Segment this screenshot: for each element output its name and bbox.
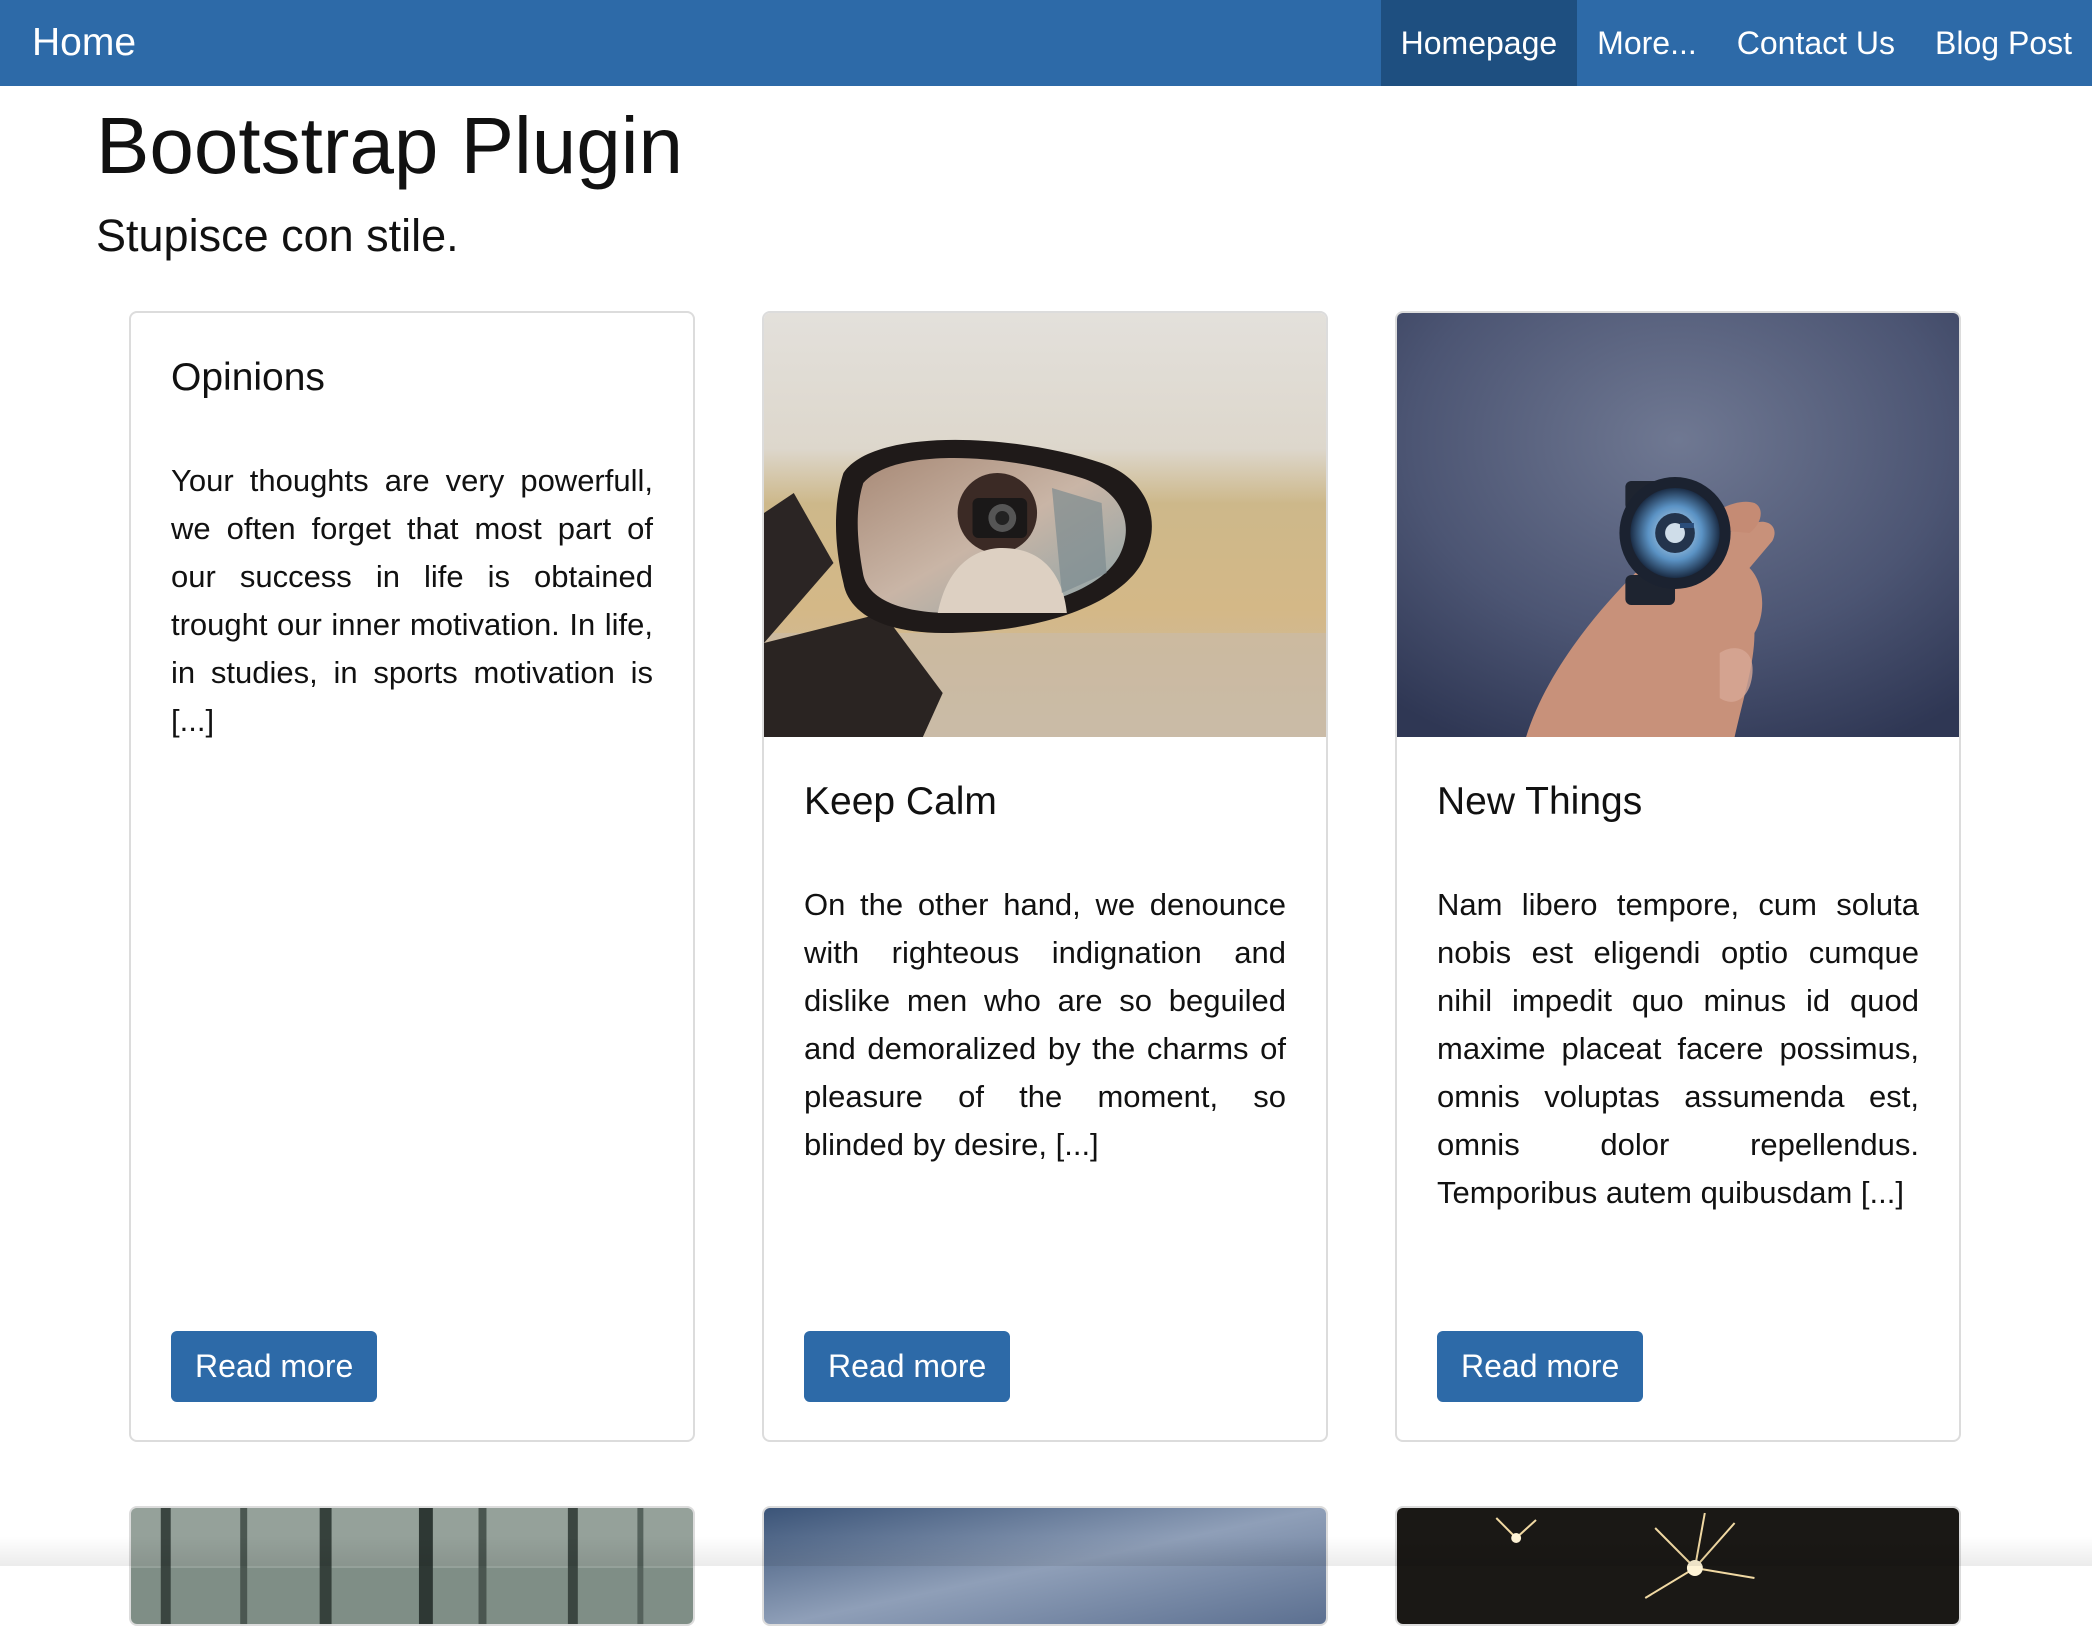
card-title: New Things [1437, 780, 1643, 823]
card-text: Your thoughts are very powerfull, we oft… [171, 463, 653, 738]
read-more-button[interactable]: Read more [1437, 1331, 1644, 1402]
sparkler-photo [1397, 1508, 1959, 1624]
read-more-button[interactable]: Read more [171, 1331, 378, 1402]
card-forest-partial [129, 1506, 695, 1626]
read-more-button[interactable]: Read more [804, 1331, 1011, 1402]
top-navbar: Home Homepage More... Contact Us Blog Po… [0, 0, 2092, 86]
card-keep-calm: Keep Calm On the other hand, we denounce… [762, 311, 1328, 1442]
nav-item-homepage[interactable]: Homepage [1380, 0, 1578, 86]
brand-home-link[interactable]: Home [32, 0, 136, 86]
forest-photo [131, 1508, 693, 1624]
card-title: Opinions [171, 356, 325, 399]
card-text: On the other hand, we denounce with righ… [804, 887, 1286, 1162]
card-text: Nam libero tempore, cum soluta nobis est… [1437, 887, 1919, 1210]
card-body: Opinions Your thoughts are very powerful… [171, 353, 653, 745]
nav-item-contact-us[interactable]: Contact Us [1717, 0, 1915, 86]
card-sky-partial [762, 1506, 1328, 1626]
nav-item-more[interactable]: More... [1577, 0, 1717, 86]
sky-photo [764, 1508, 1326, 1624]
page-subtitle: Stupisce con stile. [96, 210, 459, 261]
card-new-things: New Things Nam libero tempore, cum solut… [1395, 311, 1961, 1442]
nav-item-blog-post[interactable]: Blog Post [1915, 0, 2092, 86]
card-sparkler-partial [1395, 1506, 1961, 1626]
car-mirror-photo [764, 313, 1326, 737]
card-title: Keep Calm [804, 780, 997, 823]
card-body: Keep Calm On the other hand, we denounce… [804, 777, 1286, 1169]
card-body: New Things Nam libero tempore, cum solut… [1437, 777, 1919, 1217]
card-opinions: Opinions Your thoughts are very powerful… [129, 311, 695, 1442]
page-title: Bootstrap Plugin [96, 101, 684, 190]
nav-menu: Homepage More... Contact Us Blog Post [1380, 0, 2092, 86]
watch-in-hand-photo [1397, 313, 1959, 737]
